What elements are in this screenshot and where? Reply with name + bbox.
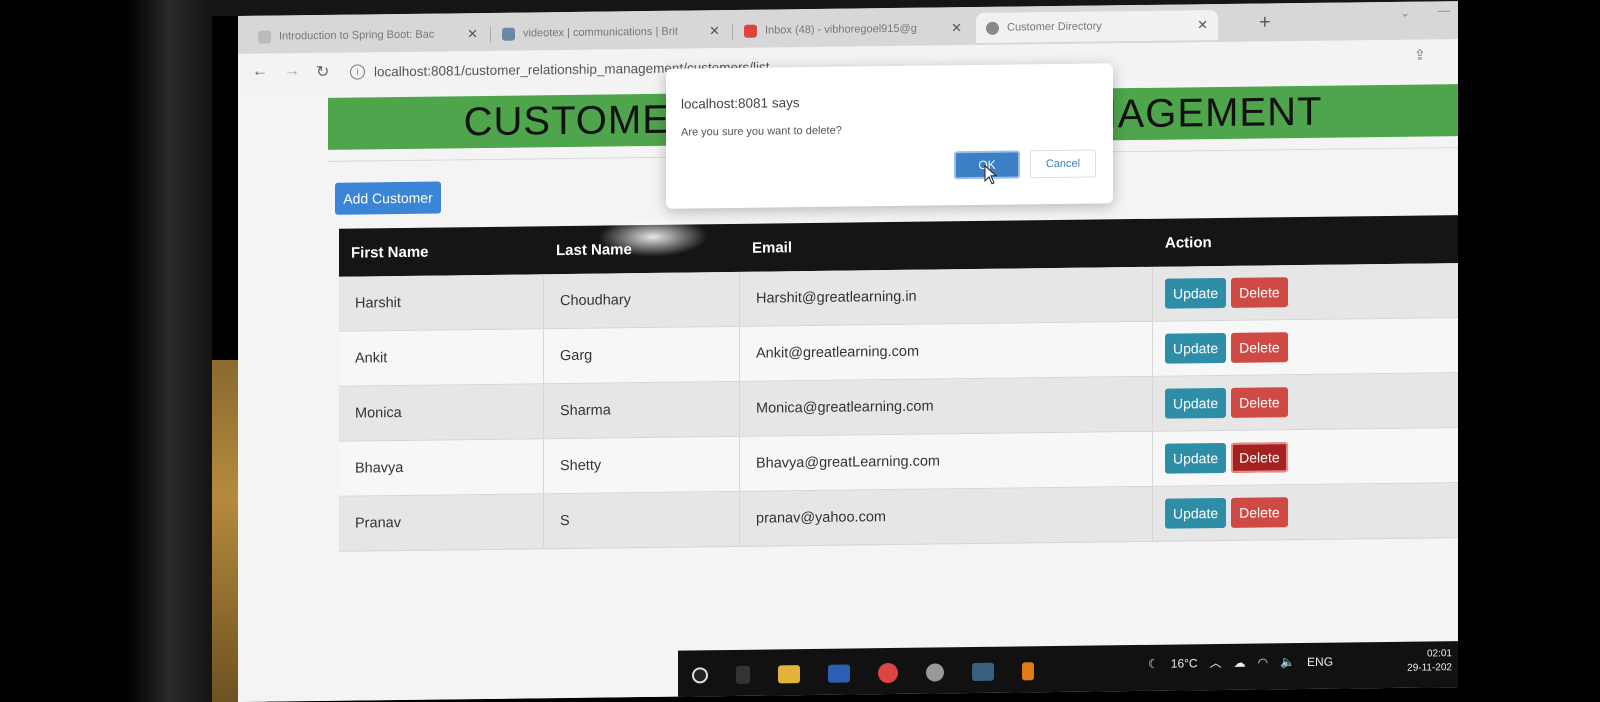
cell-email: Ankit@greatlearning.com: [740, 321, 1153, 381]
settings-icon[interactable]: [926, 663, 944, 682]
cell-email: Monica@greatlearning.com: [740, 376, 1153, 436]
confirm-dialog: localhost:8081 says Are you sure you wan…: [666, 63, 1113, 209]
cell-last-name: Sharma: [544, 381, 740, 439]
add-customer-button[interactable]: Add Customer: [335, 181, 441, 215]
search-icon[interactable]: [692, 667, 708, 684]
close-icon[interactable]: ✕: [951, 20, 962, 36]
cell-first-name: Bhavya: [339, 439, 544, 496]
wifi-icon[interactable]: ◠: [1258, 655, 1268, 669]
cell-action: Update Delete: [1153, 318, 1458, 376]
column-header-first-name: First Name: [351, 243, 429, 262]
cell-action: Update Delete: [1153, 483, 1458, 541]
language[interactable]: ENG: [1307, 654, 1333, 668]
windows-taskbar: ☾ 16°C ︿ ☁ ◠ 🔈 ENG 02:01 29-11-202: [678, 641, 1458, 701]
new-tab-icon[interactable]: +: [1259, 11, 1271, 34]
update-button[interactable]: Update: [1165, 332, 1227, 364]
system-tray: ☾ 16°C ︿ ☁ ◠ 🔈 ENG: [1148, 652, 1345, 671]
cell-first-name: Ankit: [339, 329, 544, 386]
cell-first-name: Harshit: [339, 274, 544, 331]
delete-button[interactable]: Delete: [1231, 387, 1288, 418]
chrome-icon[interactable]: [878, 662, 898, 684]
gmail-icon: [744, 24, 757, 38]
monitor-bezel-right: [1458, 0, 1600, 702]
clock[interactable]: 02:01 29-11-202: [1407, 647, 1452, 676]
monitor-screen: Introduction to Spring Boot: Bac ✕ video…: [238, 1, 1458, 702]
volume-icon[interactable]: 🔈: [1280, 655, 1295, 669]
reload-icon[interactable]: ↻: [316, 62, 329, 82]
tab-divider: [732, 23, 733, 40]
browser-tab[interactable]: Introduction to Spring Boot: Bac ✕: [248, 19, 488, 52]
cancel-button[interactable]: Cancel: [1030, 149, 1096, 179]
back-icon[interactable]: ←: [252, 63, 268, 81]
update-button[interactable]: Update: [1165, 497, 1227, 529]
delete-button-active[interactable]: Delete: [1231, 442, 1288, 473]
close-icon[interactable]: ✕: [1197, 17, 1208, 33]
cell-first-name: Pranav: [339, 494, 544, 551]
browser-tab[interactable]: videotex | communications | Brit ✕: [492, 16, 730, 49]
tab-search-icon[interactable]: ⌄: [1400, 6, 1410, 20]
delete-button[interactable]: Delete: [1231, 277, 1288, 308]
google-icon: [258, 30, 271, 44]
cell-action: Update Delete: [1153, 373, 1458, 431]
clock-time: 02:01: [1426, 648, 1452, 660]
temperature[interactable]: 16°C: [1171, 656, 1198, 670]
site-icon: [502, 27, 515, 41]
dialog-message: Are you sure you want to delete?: [681, 124, 842, 139]
update-button[interactable]: Update: [1165, 442, 1227, 474]
update-button[interactable]: Update: [1165, 387, 1227, 419]
weather-icon[interactable]: ☾: [1148, 656, 1159, 670]
tab-divider: [490, 26, 491, 43]
info-icon[interactable]: i: [350, 63, 365, 80]
browser-tab[interactable]: Inbox (48) - vibhoregoel915@g ✕: [734, 13, 972, 46]
delete-button[interactable]: Delete: [1231, 497, 1288, 528]
update-button[interactable]: Update: [1165, 277, 1227, 309]
cell-action: Update Delete: [1153, 428, 1458, 486]
screen-glare: [598, 216, 708, 258]
minimize-icon[interactable]: —: [1438, 3, 1450, 17]
dialog-title: localhost:8081 says: [681, 95, 800, 112]
clock-date: 29-11-202: [1407, 662, 1452, 674]
cell-last-name: Garg: [544, 326, 740, 384]
cell-action: Update Delete: [1153, 263, 1458, 321]
globe-icon: [986, 21, 999, 35]
cloud-icon[interactable]: ☁: [1234, 655, 1246, 669]
forward-icon[interactable]: →: [284, 62, 300, 80]
share-icon[interactable]: ⇪: [1414, 46, 1426, 63]
monitor-bezel-left: [0, 0, 212, 702]
task-view-icon[interactable]: [736, 665, 750, 684]
cell-email: pranav@yahoo.com: [740, 486, 1153, 546]
close-icon[interactable]: ✕: [709, 23, 720, 39]
cell-last-name: S: [544, 491, 740, 549]
mouse-cursor-icon: [984, 164, 998, 185]
customer-table: First Name Last Name Email Action Harshi…: [339, 215, 1458, 552]
delete-button[interactable]: Delete: [1231, 332, 1288, 363]
cell-last-name: Choudhary: [544, 271, 740, 329]
cell-email: Bhavya@greatLearning.com: [740, 431, 1153, 491]
word-icon[interactable]: [828, 664, 850, 683]
browser-tab-active[interactable]: Customer Directory ✕: [976, 10, 1218, 43]
cell-last-name: Shetty: [544, 436, 740, 494]
file-explorer-icon[interactable]: [778, 665, 800, 684]
sublime-icon[interactable]: [1022, 662, 1034, 681]
cell-first-name: Monica: [339, 384, 544, 441]
cell-email: Harshit@greatlearning.in: [740, 266, 1153, 326]
column-header-email: Email: [752, 238, 793, 257]
app-icon[interactable]: [972, 662, 994, 682]
chevron-up-icon[interactable]: ︿: [1210, 654, 1222, 671]
close-icon[interactable]: ✕: [467, 26, 478, 42]
column-header-action: Action: [1165, 233, 1212, 252]
